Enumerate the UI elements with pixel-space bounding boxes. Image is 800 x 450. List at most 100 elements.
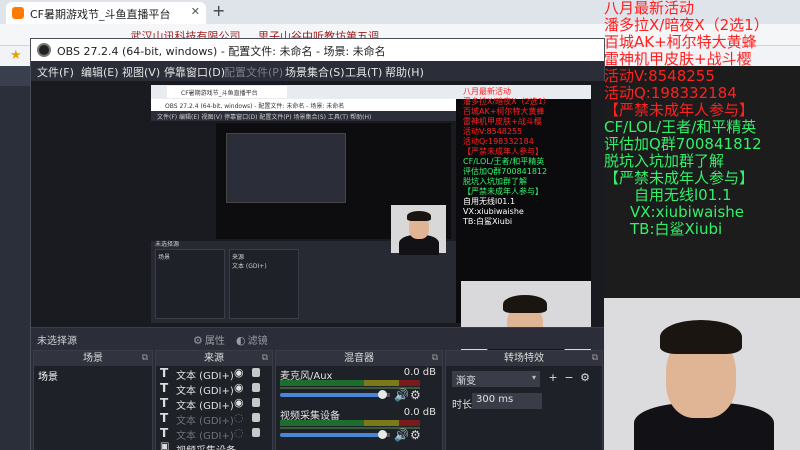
new-tab-button[interactable]: + [212, 1, 225, 20]
source-item[interactable]: T 文本 (GDI+) ◉ [156, 381, 272, 397]
chevron-down-icon: ▾ [531, 373, 536, 382]
close-tab-icon[interactable]: ✕ [191, 5, 200, 18]
nested-tab: CF暑期游戏节_斗鱼直播平台 [167, 86, 287, 98]
transition-select[interactable]: 渐变 ▾ [452, 371, 540, 387]
sources-dock: 来源 ⧉ T 文本 (GDI+) ◉ T 文本 (GDI+) ◉ T 文本 (GD… [155, 350, 273, 450]
menu-profile[interactable]: 配置文件(P) [224, 64, 283, 80]
browser-tab[interactable]: CF暑期游戏节_斗鱼直播平台 ✕ [6, 2, 206, 24]
browser-sidebar [0, 66, 30, 450]
menu-view[interactable]: 视图(V) [122, 64, 160, 80]
scenes-dock: 场景 ⧉ 场景 [33, 350, 153, 450]
menu-file[interactable]: 文件(F) [37, 64, 74, 80]
lock-icon[interactable] [252, 398, 260, 407]
obs-window: OBS 27.2.4 (64-bit, windows) - 配置文件: 未命名… [30, 38, 606, 450]
overlay-line: 【严禁未成年人参与】 [604, 169, 755, 187]
transitions-dock-header: 转场特效 ⧉ [446, 351, 602, 366]
lock-icon[interactable] [252, 428, 260, 437]
speaker-icon[interactable]: 🔊 [394, 428, 409, 442]
source-item[interactable]: ▣ 视频采集设备 [156, 441, 272, 450]
lock-icon[interactable] [252, 368, 260, 377]
no-source-selected-label: 未选择源 [37, 336, 77, 347]
overlay-line: VX:xiubiwaishe [630, 203, 745, 221]
nested-webcam [391, 205, 446, 255]
overlay-line: TB:白鲨Xiubi [630, 220, 723, 238]
duration-label: 时长 [452, 400, 472, 411]
text-source-icon: T [160, 426, 169, 440]
hidden-eye-icon[interactable]: ◌ [234, 426, 244, 439]
nested-sources-dock: 来源 文本 (GDI+) [229, 249, 299, 319]
filter-icon: ◐ [236, 334, 246, 347]
obs-title-bar: OBS 27.2.4 (64-bit, windows) - 配置文件: 未命名… [31, 39, 604, 61]
scenes-dock-header: 场景 ⧉ [34, 351, 152, 366]
browser-sidebar-header [0, 66, 30, 86]
overlay-line: 八月最新活动 [604, 0, 695, 17]
bookmark-star-icon[interactable]: ★ [10, 48, 22, 63]
lock-icon[interactable] [252, 383, 260, 392]
visibility-eye-icon[interactable]: ◉ [234, 366, 244, 379]
overlay-line: CF/LOL/王者/和平精英 [604, 118, 757, 136]
obs-docks: 场景⧉ 场景 来源⧉ T 文本 (GDI+) ◉ T 文本 (GDI+) ◉ [31, 350, 606, 450]
gear-icon[interactable]: ⚙ [578, 371, 592, 387]
source-item[interactable]: T 文本 (GDI+) ◌ [156, 411, 272, 427]
obs-status-row: 未选择源 ⚙ 属性 ◐ 滤镜 [31, 327, 606, 349]
nested-sub-capture [226, 133, 346, 203]
douyu-favicon-icon [12, 7, 24, 19]
overlay-line: 脱坑入坑加群了解 [604, 152, 725, 170]
nested-obs-menu: 文件(F) 编辑(E) 视图(V) 停靠窗口(D) 配置文件(P) 场景集合(S… [151, 111, 456, 121]
visibility-eye-icon[interactable]: ◉ [234, 396, 244, 409]
streamer-webcam [604, 298, 800, 450]
mixer-dock-header: 混音器 ⧉ [276, 351, 442, 366]
add-transition-button[interactable]: + [546, 371, 560, 387]
volume-meter [280, 420, 420, 426]
source-item[interactable]: T 文本 (GDI+) ◌ [156, 426, 272, 442]
overlay-line: 【严禁未成年人参与】 [604, 101, 755, 119]
fader-handle[interactable] [378, 390, 387, 399]
volume-fader[interactable] [280, 393, 384, 397]
speaker-icon[interactable]: 🔊 [394, 388, 409, 402]
source-item[interactable]: T 文本 (GDI+) ◉ [156, 396, 272, 412]
gear-icon[interactable]: ⚙ [410, 388, 421, 402]
text-source-icon: T [160, 381, 169, 395]
duration-input[interactable]: 300 ms [472, 393, 542, 409]
menu-scene-collection[interactable]: 场景集合(S) [285, 64, 345, 80]
menu-help[interactable]: 帮助(H) [385, 64, 424, 80]
lock-icon[interactable] [252, 413, 260, 422]
dock-undock-icon[interactable]: ⧉ [262, 351, 268, 366]
transitions-dock: 转场特效 ⧉ 渐变 ▾ + − ⚙ 时长 300 ms [445, 350, 603, 450]
filters-button[interactable]: ◐ 滤镜 [236, 330, 268, 347]
menu-edit[interactable]: 编辑(E) [81, 64, 119, 80]
mixer-channel-video: 视频采集设备 0.0 dB 🔊 ⚙ [280, 407, 436, 442]
dock-undock-icon[interactable]: ⧉ [432, 351, 438, 366]
scene-list-item[interactable]: 场景 [34, 366, 152, 385]
overlay-line: 潘多拉X/暗夜X（2选1） [604, 16, 769, 34]
overlay-line: 活动Q:198332184 [604, 84, 737, 102]
visibility-eye-icon[interactable]: ◉ [234, 381, 244, 394]
obs-window-title: OBS 27.2.4 (64-bit, windows) - 配置文件: 未命名… [57, 45, 386, 58]
remove-transition-button[interactable]: − [562, 371, 576, 387]
obs-logo-icon [37, 43, 51, 57]
text-source-icon: T [160, 411, 169, 425]
hidden-eye-icon[interactable]: ◌ [234, 411, 244, 424]
nested-scenes-dock: 场景 [155, 249, 225, 319]
screen: CF暑期游戏节_斗鱼直播平台 ✕ + ...武汉山讯科技有限公司 ... 思子山… [0, 0, 800, 450]
text-source-icon: T [160, 366, 169, 380]
dock-undock-icon[interactable]: ⧉ [592, 351, 598, 366]
volume-fader[interactable] [280, 433, 384, 437]
dock-undock-icon[interactable]: ⧉ [142, 351, 148, 366]
fader-handle[interactable] [378, 430, 387, 439]
properties-button[interactable]: ⚙ 属性 [193, 330, 225, 347]
source-item[interactable]: T 文本 (GDI+) ◉ [156, 366, 272, 382]
browser-tab-title: CF暑期游戏节_斗鱼直播平台 [30, 8, 171, 21]
menu-tools[interactable]: 工具(T) [345, 64, 382, 80]
gear-icon: ⚙ [193, 334, 203, 347]
text-source-icon: T [160, 396, 169, 410]
obs-preview-area[interactable]: CF暑期游戏节_斗鱼直播平台 OBS 27.2.4 (64-bit, windo… [31, 81, 606, 369]
nested-overlay-text: 八月最新活动 潘多拉X/暗夜X（2选1） 百城AK+柯尔特大黄蜂 雷神机甲皮肤+… [463, 87, 551, 226]
gear-icon[interactable]: ⚙ [410, 428, 421, 442]
audio-mixer-dock: 混音器 ⧉ 麦克风/Aux 0.0 dB 🔊 ⚙ 视频采集设备 0.0 dB 🔊… [275, 350, 443, 450]
menu-docks[interactable]: 停靠窗口(D) [164, 64, 225, 80]
overlay-line: 百城AK+柯尔特大黄蜂 [604, 33, 757, 51]
overlay-line: 雷神机甲皮肤+战斗樱 [604, 50, 752, 68]
overlay-line: 活动V:8548255 [604, 67, 715, 85]
camera-source-icon: ▣ [160, 441, 170, 450]
